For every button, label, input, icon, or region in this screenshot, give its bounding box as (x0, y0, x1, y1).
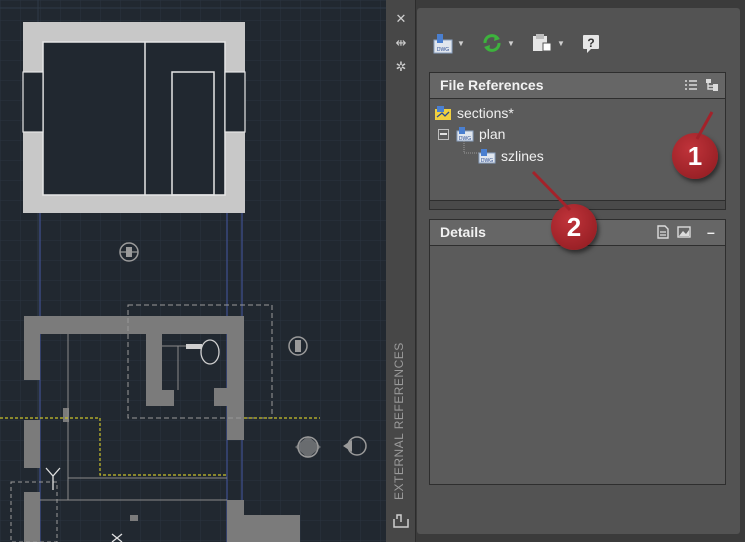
callout-pointers (531, 111, 714, 212)
